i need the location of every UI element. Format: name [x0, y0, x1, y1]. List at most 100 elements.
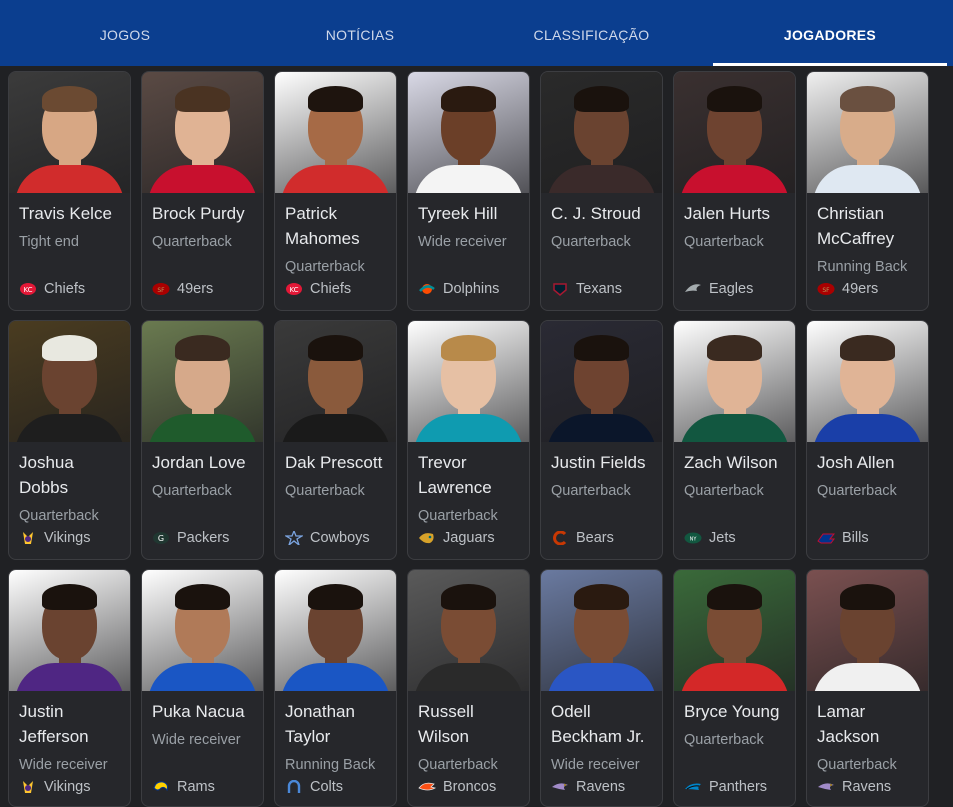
- player-card[interactable]: Justin Jefferson Wide receiver Vikings: [8, 569, 131, 807]
- player-team: KC Chiefs: [19, 281, 85, 297]
- player-position: Quarterback: [285, 259, 365, 275]
- player-card[interactable]: Jonathan Taylor Running Back Colts: [274, 569, 397, 807]
- player-team: Ravens: [551, 779, 625, 795]
- player-card[interactable]: Justin Fields Quarterback Bears: [540, 320, 663, 560]
- rams-logo-icon: [153, 781, 168, 792]
- player-photo: [142, 321, 263, 442]
- chiefs-logo-icon: KC: [286, 283, 302, 295]
- team-name: Chiefs: [44, 281, 86, 297]
- 49ers-logo-icon: SF: [152, 283, 170, 295]
- player-position: Quarterback: [285, 483, 365, 499]
- team-name: Rams: [177, 779, 215, 795]
- player-card[interactable]: Russell Wilson Quarterback Broncos: [407, 569, 530, 807]
- player-team: G Packers: [152, 530, 229, 546]
- player-card[interactable]: Christian McCaffrey Running Back SF 49ers: [806, 71, 929, 311]
- player-name: C. J. Stroud: [551, 204, 641, 223]
- player-name: Christian McCaffrey: [817, 204, 895, 248]
- ravens-logo-icon: [818, 783, 834, 790]
- player-position: Quarterback: [817, 483, 897, 499]
- player-team: SF 49ers: [817, 281, 878, 297]
- player-card[interactable]: Bryce Young Quarterback Panthers: [673, 569, 796, 807]
- vikings-logo-icon: [23, 781, 33, 793]
- player-name: Jalen Hurts: [684, 204, 770, 223]
- player-card[interactable]: Odell Beckham Jr. Wide receiver Ravens: [540, 569, 663, 807]
- player-position: Quarterback: [684, 732, 764, 748]
- player-card[interactable]: Trevor Lawrence Quarterback Jaguars: [407, 320, 530, 560]
- player-team: Rams: [152, 779, 215, 795]
- player-card[interactable]: Lamar Jackson Quarterback Ravens: [806, 569, 929, 807]
- team-name: Jaguars: [443, 530, 495, 546]
- player-team: Jaguars: [418, 530, 495, 546]
- player-photo: [541, 570, 662, 691]
- player-photo: [674, 72, 795, 193]
- player-position: Quarterback: [551, 483, 631, 499]
- player-name: Josh Allen: [817, 453, 895, 472]
- tab-jogadores[interactable]: JOGADORES: [713, 0, 947, 66]
- player-name: Patrick Mahomes: [285, 204, 360, 248]
- player-photo: [408, 570, 529, 691]
- player-photo: [275, 570, 396, 691]
- player-position: Quarterback: [152, 483, 232, 499]
- team-name: Bears: [576, 530, 614, 546]
- 49ers-logo-icon: SF: [817, 283, 835, 295]
- team-name: 49ers: [842, 281, 879, 297]
- team-name: 49ers: [177, 281, 214, 297]
- player-team: KC Chiefs: [285, 281, 351, 297]
- player-name: Trevor Lawrence: [418, 453, 492, 497]
- player-name: Justin Fields: [551, 453, 646, 472]
- player-team: Cowboys: [285, 530, 370, 546]
- player-card[interactable]: Dak Prescott Quarterback Cowboys: [274, 320, 397, 560]
- team-name: Ravens: [842, 779, 892, 795]
- chiefs-logo-icon: KC: [20, 283, 36, 295]
- player-team: Broncos: [418, 779, 496, 795]
- team-name: Dolphins: [443, 281, 500, 297]
- player-card[interactable]: Zach Wilson Quarterback NY Jets: [673, 320, 796, 560]
- player-card[interactable]: Tyreek Hill Wide receiver Dolphins: [407, 71, 530, 311]
- player-position: Tight end: [19, 234, 79, 250]
- jets-logo-icon: NY: [684, 532, 702, 544]
- player-position: Quarterback: [684, 234, 764, 250]
- player-name: Zach Wilson: [684, 453, 778, 472]
- player-team: Bears: [551, 530, 614, 546]
- player-name: Jordan Love: [152, 453, 246, 472]
- player-card[interactable]: Jalen Hurts Quarterback Eagles: [673, 71, 796, 311]
- player-card[interactable]: Josh Allen Quarterback Bills: [806, 320, 929, 560]
- player-card[interactable]: Jordan Love Quarterback G Packers: [141, 320, 264, 560]
- player-photo: [9, 570, 130, 691]
- player-photo: [275, 321, 396, 442]
- player-name: Odell Beckham Jr.: [551, 702, 645, 746]
- tab-classificacao[interactable]: CLASSIFICAÇÃO: [470, 0, 713, 66]
- player-position: Quarterback: [418, 508, 498, 524]
- player-card[interactable]: C. J. Stroud Quarterback Texans: [540, 71, 663, 311]
- player-card[interactable]: Joshua Dobbs Quarterback Vikings: [8, 320, 131, 560]
- player-card[interactable]: Travis Kelce Tight end KC Chiefs: [8, 71, 131, 311]
- player-name: Bryce Young: [684, 702, 780, 721]
- ravens-logo-icon: [552, 783, 568, 790]
- tab-jogos[interactable]: JOGOS: [0, 0, 250, 66]
- player-team: Eagles: [684, 281, 753, 297]
- player-card[interactable]: Puka Nacua Wide receiver Rams: [141, 569, 264, 807]
- tab-bar: JOGOS NOTÍCIAS CLASSIFICAÇÃO JOGADORES: [0, 0, 953, 66]
- colts-logo-icon: [287, 780, 301, 793]
- team-name: Jets: [709, 530, 736, 546]
- player-card[interactable]: Brock Purdy Quarterback SF 49ers: [141, 71, 264, 311]
- player-photo: [9, 321, 130, 442]
- player-photo: [275, 72, 396, 193]
- player-team: Dolphins: [418, 281, 499, 297]
- eagles-logo-icon: [685, 284, 701, 292]
- panthers-logo-icon: [685, 783, 701, 790]
- player-photo: [9, 72, 130, 193]
- player-team: Colts: [285, 779, 343, 795]
- tab-noticias[interactable]: NOTÍCIAS: [250, 0, 470, 66]
- player-photo: [408, 72, 529, 193]
- player-photo: [674, 321, 795, 442]
- team-name: Broncos: [443, 779, 497, 795]
- bears-logo-icon: [553, 531, 567, 545]
- svg-text:KC: KC: [23, 286, 32, 294]
- team-name: Ravens: [576, 779, 626, 795]
- player-name: Tyreek Hill: [418, 204, 498, 223]
- player-position: Running Back: [817, 259, 908, 275]
- player-card[interactable]: Patrick Mahomes Quarterback KC Chiefs: [274, 71, 397, 311]
- player-photo: [807, 72, 928, 193]
- player-position: Quarterback: [684, 483, 764, 499]
